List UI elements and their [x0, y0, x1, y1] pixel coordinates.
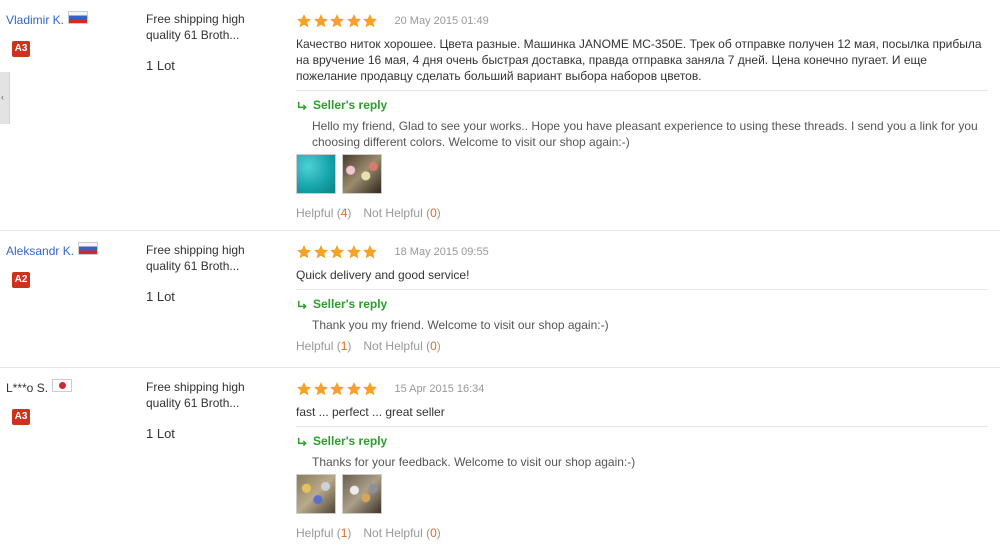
seller-reply: Seller's reply Hello my friend, Glad to … [296, 90, 988, 150]
review-photo-thumbnail[interactable] [296, 474, 336, 514]
buyer-level-badge: A3 [12, 41, 30, 57]
review-text: fast ... perfect ... great seller [296, 405, 445, 419]
reviewer-info: L***o S. A3 [6, 379, 136, 425]
feedback-content: 18 May 2015 09:55 Quick delivery and goo… [296, 242, 988, 353]
star-icon [329, 13, 345, 29]
helpful-button[interactable]: Helpful (4) [296, 206, 351, 220]
review-text: Quick delivery and good service! [296, 268, 470, 282]
star-icon [346, 244, 362, 260]
star-rating [296, 244, 379, 260]
product-title: Free shipping high quality 61 Broth... [146, 12, 245, 42]
star-icon [313, 381, 329, 397]
seller-reply: Seller's reply Thanks for your feedback.… [296, 426, 988, 470]
star-rating [296, 381, 379, 397]
flag-russia-icon [68, 11, 89, 24]
product-info: Free shipping high quality 61 Broth... 1… [146, 11, 266, 73]
seller-reply-text: Thanks for your feedback. Welcome to vis… [312, 455, 636, 469]
seller-reply: Seller's reply Thank you my friend. Welc… [296, 289, 988, 333]
product-quantity: 1 Lot [146, 289, 175, 304]
star-icon [346, 381, 362, 397]
product-quantity: 1 Lot [146, 426, 175, 441]
review-row: Vladimir K. A3 Free shipping high qualit… [0, 0, 1000, 231]
not-helpful-button[interactable]: Not Helpful (0) [363, 339, 440, 353]
star-icon [362, 381, 378, 397]
helpful-votes: Helpful (4) Not Helpful (0) [296, 206, 988, 220]
reviewer-name: L***o S. [6, 381, 49, 395]
seller-reply-text: Thank you my friend. Welcome to visit ou… [312, 318, 609, 332]
helpful-count: 1 [340, 526, 348, 540]
seller-reply-label: Seller's reply [313, 98, 388, 112]
review-text: Качество ниток хорошее. Цвета разные. Ма… [296, 37, 982, 83]
reply-arrow-icon [296, 299, 307, 310]
star-icon [346, 13, 362, 29]
helpful-count: 1 [340, 339, 348, 353]
not-helpful-button[interactable]: Not Helpful (0) [363, 206, 440, 220]
review-photo-thumbnail[interactable] [342, 474, 382, 514]
reviewer-info: Vladimir K. A3 [6, 11, 136, 57]
star-icon [362, 13, 378, 29]
review-date: 15 Apr 2015 16:34 [394, 383, 485, 395]
buyer-level-badge: A3 [12, 409, 30, 425]
seller-reply-label: Seller's reply [313, 434, 388, 448]
not-helpful-count: 0 [430, 339, 437, 353]
product-title: Free shipping high quality 61 Broth... [146, 243, 245, 273]
feedback-content: 20 May 2015 01:49 Качество ниток хорошее… [296, 11, 988, 220]
reviewer-name-link[interactable]: Vladimir K. [6, 12, 64, 28]
not-helpful-button[interactable]: Not Helpful (0) [363, 526, 440, 540]
reviewer-name-link[interactable]: Aleksandr K. [6, 243, 74, 259]
not-helpful-count: 0 [430, 206, 437, 220]
product-info: Free shipping high quality 61 Broth... 1… [146, 379, 266, 441]
star-icon [329, 381, 345, 397]
helpful-button[interactable]: Helpful (1) [296, 339, 351, 353]
seller-reply-label: Seller's reply [313, 297, 388, 311]
review-photos [296, 154, 988, 194]
star-rating [296, 13, 379, 29]
reply-arrow-icon [296, 100, 307, 111]
helpful-votes: Helpful (1) Not Helpful (0) [296, 526, 988, 540]
review-photo-thumbnail[interactable] [342, 154, 382, 194]
product-info: Free shipping high quality 61 Broth... 1… [146, 242, 266, 304]
product-title: Free shipping high quality 61 Broth... [146, 380, 245, 410]
helpful-votes: Helpful (1) Not Helpful (0) [296, 339, 988, 353]
star-icon [296, 244, 312, 260]
flag-russia-icon [78, 242, 99, 255]
not-helpful-count: 0 [430, 526, 437, 540]
feedback-content: 15 Apr 2015 16:34 fast ... perfect ... g… [296, 379, 988, 540]
star-icon [329, 244, 345, 260]
star-icon [313, 244, 329, 260]
review-row: Aleksandr K. A2 Free shipping high quali… [0, 231, 1000, 368]
review-date: 18 May 2015 09:55 [394, 246, 489, 258]
flag-japan-icon [52, 379, 73, 392]
helpful-button[interactable]: Helpful (1) [296, 526, 351, 540]
star-icon [362, 244, 378, 260]
review-row: L***o S. A3 Free shipping high quality 6… [0, 368, 1000, 552]
star-icon [313, 13, 329, 29]
star-icon [296, 381, 312, 397]
reply-arrow-icon [296, 436, 307, 447]
product-quantity: 1 Lot [146, 58, 175, 73]
review-date: 20 May 2015 01:49 [394, 15, 489, 27]
helpful-count: 4 [340, 206, 348, 220]
review-photo-thumbnail[interactable] [296, 154, 336, 194]
reviewer-info: Aleksandr K. A2 [6, 242, 136, 288]
buyer-level-badge: A2 [12, 272, 30, 288]
star-icon [296, 13, 312, 29]
seller-reply-text: Hello my friend, Glad to see your works.… [312, 119, 978, 149]
review-photos [296, 474, 988, 514]
